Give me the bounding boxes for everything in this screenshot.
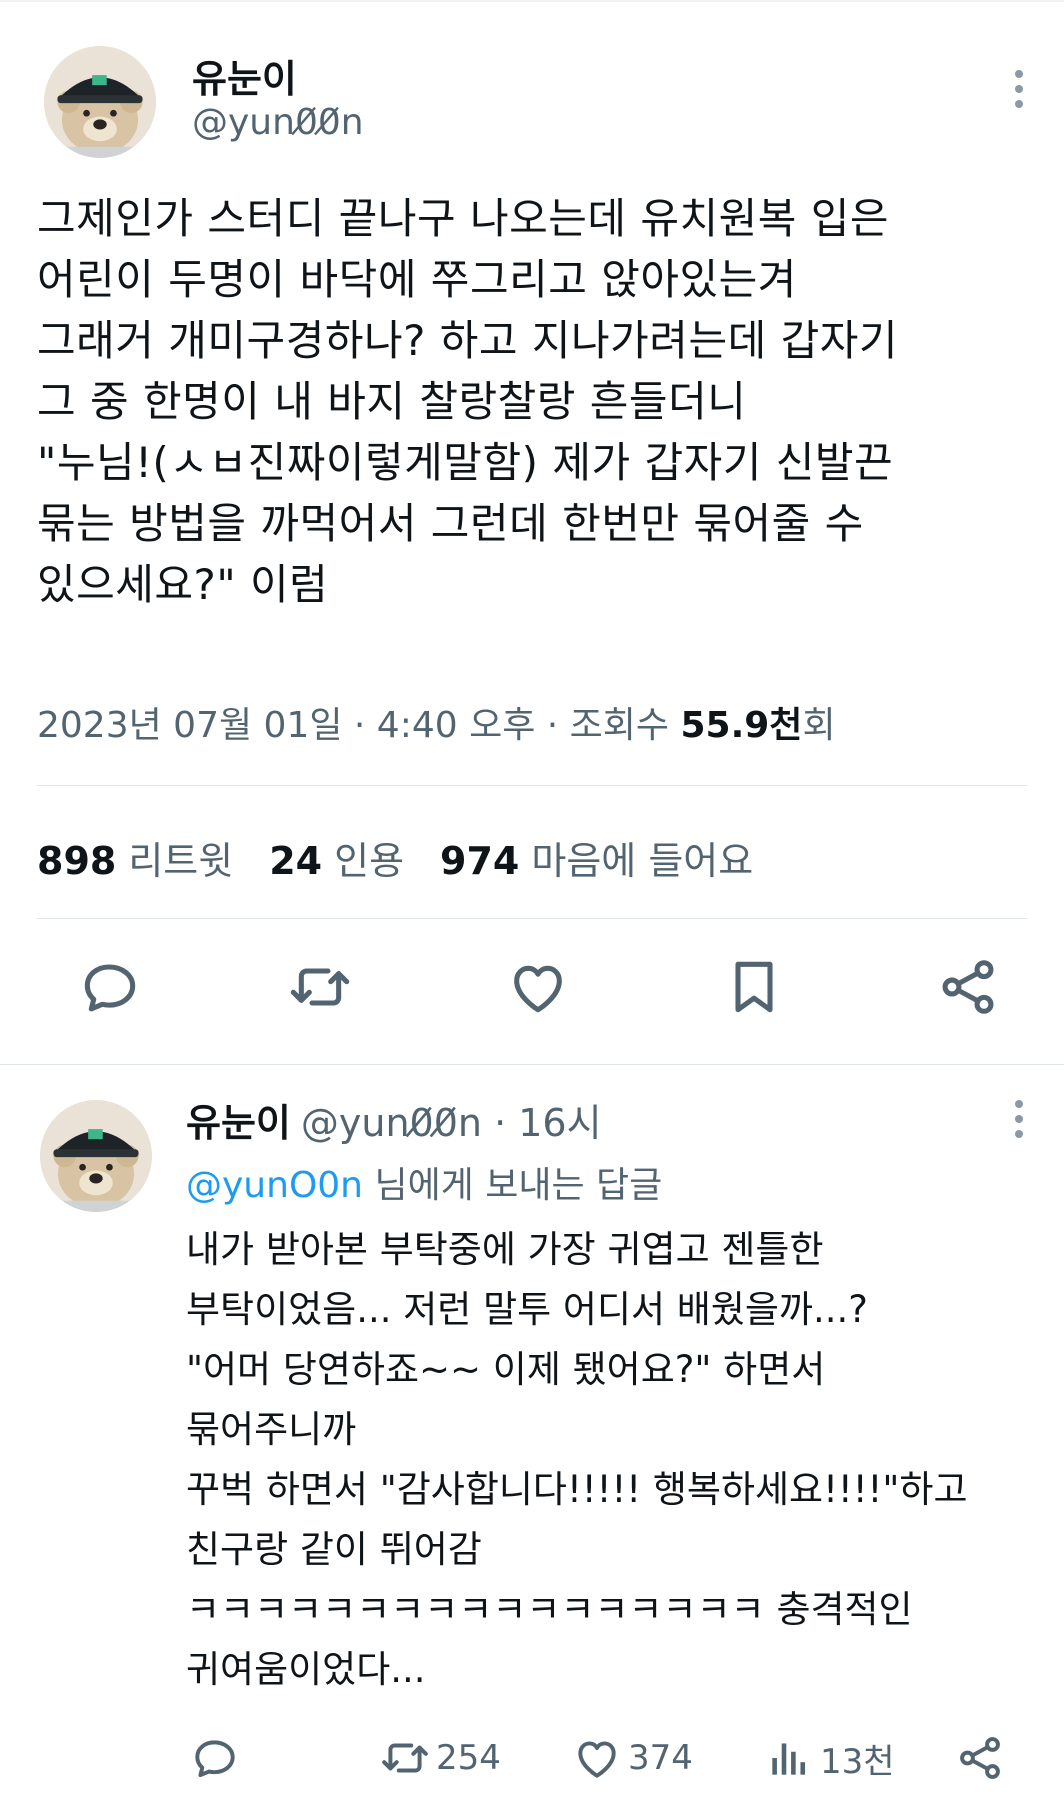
more-options-icon[interactable] xyxy=(1009,70,1029,108)
bookmark-icon[interactable] xyxy=(722,955,786,1019)
tweet-text: 그제인가 스터디 끝나구 나오는데 유치원복 입은 어린이 두명이 바닥에 쭈그… xyxy=(37,194,898,609)
analytics-icon xyxy=(772,1743,806,1775)
mention-link[interactable]: @yunO0n xyxy=(186,1165,363,1206)
avatar[interactable] xyxy=(40,1100,152,1212)
top-border xyxy=(0,0,1064,2)
view-count: 55.9천 xyxy=(680,705,803,746)
retweet-icon xyxy=(382,1743,428,1773)
divider xyxy=(37,918,1027,919)
like-icon xyxy=(578,1741,616,1778)
tweet-actions xyxy=(0,955,1064,1025)
reply-icon[interactable] xyxy=(78,955,142,1019)
engagement-stats: 898 리트윗 24 인용 974 마음에 들어요 xyxy=(37,830,789,885)
like-button[interactable]: 374 xyxy=(572,1730,693,1786)
reply-display-name[interactable]: 유눈이 xyxy=(186,1101,291,1145)
reply-text: 내가 받아본 부탁중에 가장 귀엽고 젠틀한 부탁이었음... 저런 말투 어디… xyxy=(186,1228,968,1691)
share-button[interactable] xyxy=(955,1730,1011,1786)
tweet-meta: 2023년 07월 01일 · 4:40 오후 · 조회수 55.9천회 xyxy=(37,696,836,748)
more-options-icon[interactable] xyxy=(1009,1100,1029,1138)
views-button[interactable]: 13천 xyxy=(764,1730,895,1786)
like-icon[interactable] xyxy=(506,955,570,1019)
section-divider xyxy=(0,1064,1064,1065)
user-handle[interactable]: @yun0̸0̸n xyxy=(192,102,364,143)
reply-actions: 254 374 13천 xyxy=(0,1730,1064,1790)
quote-stat[interactable]: 24 인용 xyxy=(269,830,404,885)
reply-icon xyxy=(195,1740,235,1778)
bear-avatar-icon xyxy=(40,1100,152,1212)
share-icon xyxy=(960,1737,1000,1779)
retweet-stat[interactable]: 898 리트윗 xyxy=(37,830,233,885)
view-count: 13천 xyxy=(820,1741,895,1782)
retweet-count: 254 xyxy=(436,1738,501,1778)
bear-avatar-icon xyxy=(44,46,156,158)
reply-button[interactable] xyxy=(190,1730,246,1786)
reply-header: 유눈이 @yun0̸0̸n · 16시 xyxy=(186,1092,602,1147)
replying-to: @yunO0n 님에게 보내는 답글 xyxy=(186,1156,662,1208)
like-count: 374 xyxy=(628,1738,693,1778)
like-stat[interactable]: 974 마음에 들어요 xyxy=(440,830,753,885)
avatar[interactable] xyxy=(44,46,156,158)
retweet-button[interactable]: 254 xyxy=(380,1730,501,1786)
divider xyxy=(37,785,1027,786)
view-count-suffix: 회 xyxy=(802,705,836,746)
share-icon[interactable] xyxy=(936,955,1000,1019)
tweet-datetime[interactable]: 2023년 07월 01일 · 4:40 오후 · 조회수 xyxy=(37,705,680,746)
display-name[interactable]: 유눈이 xyxy=(192,48,297,103)
replying-to-label: 님에게 보내는 답글 xyxy=(363,1165,663,1206)
tweet-detail-page: 유눈이 @yun0̸0̸n 그제인가 스터디 끝나구 나오는데 유치원복 입은 … xyxy=(0,0,1064,1820)
reply-handle-time[interactable]: @yun0̸0̸n · 16시 xyxy=(301,1101,602,1145)
retweet-icon[interactable] xyxy=(288,955,352,1019)
